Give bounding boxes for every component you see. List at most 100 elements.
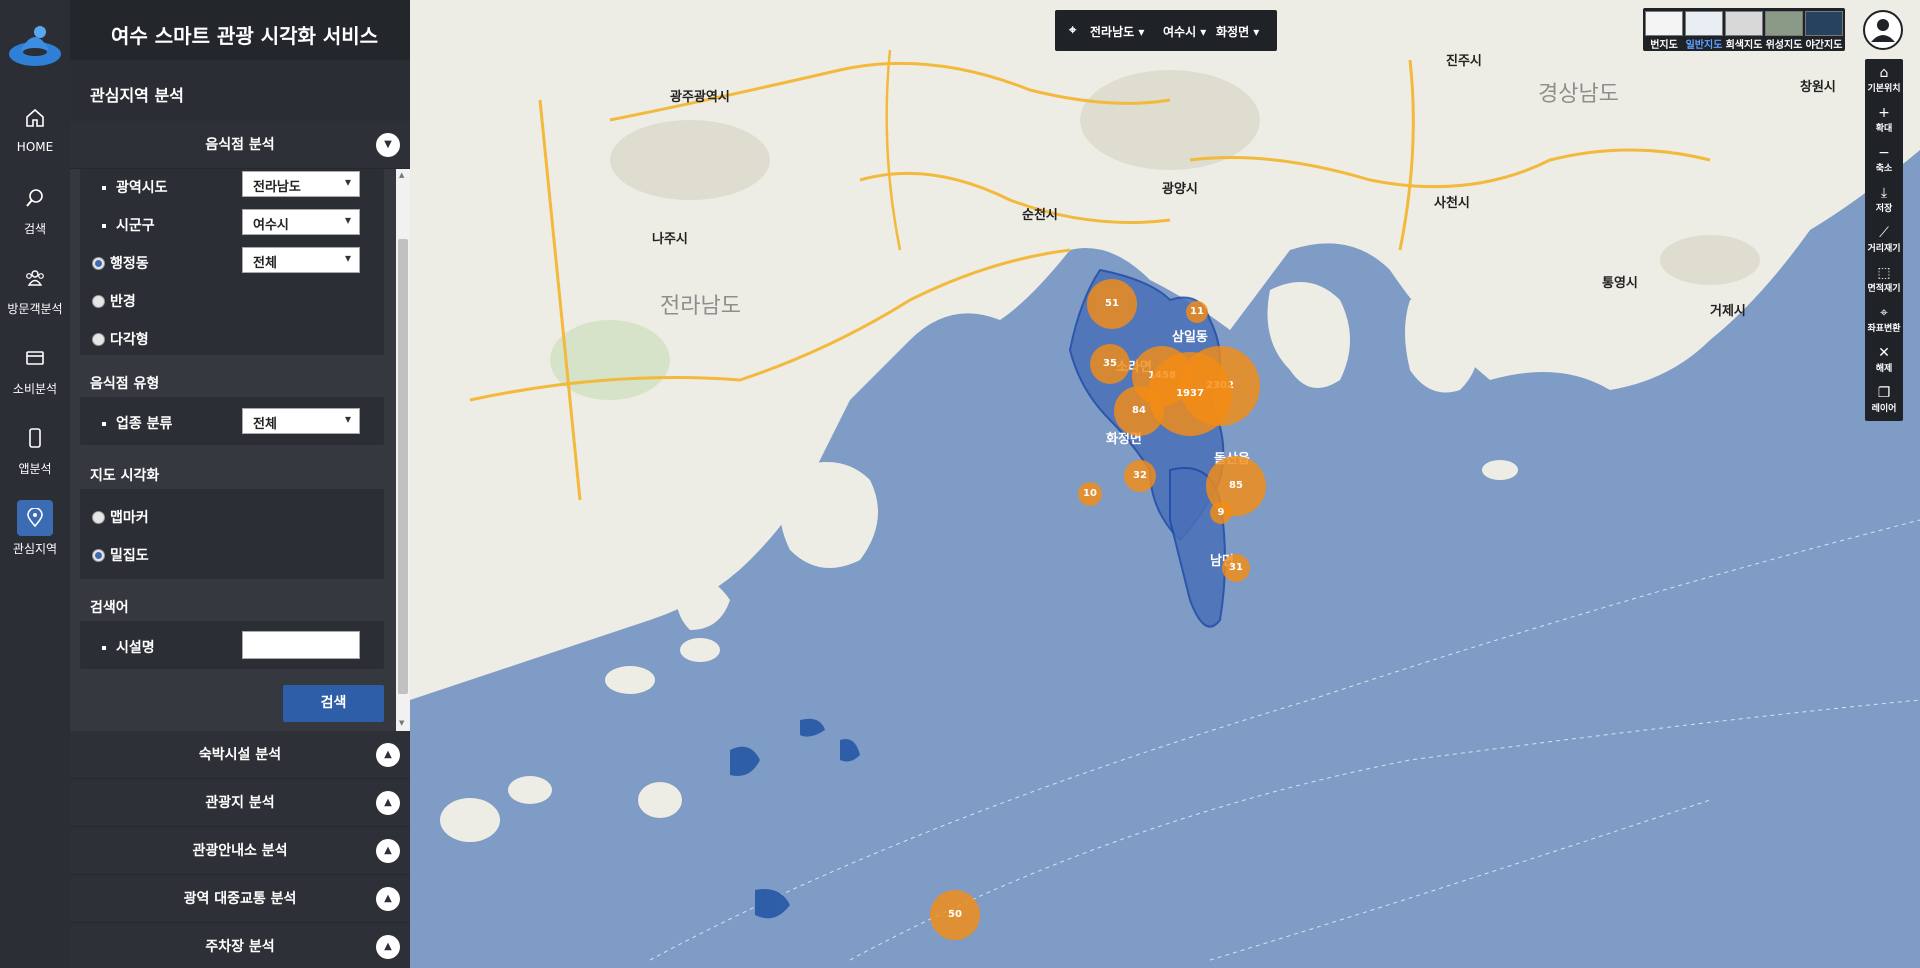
nav-consumption[interactable]: 소비분석 bbox=[0, 340, 70, 410]
layer-option-parcel[interactable]: 번지도 bbox=[1645, 11, 1683, 51]
density-radio[interactable] bbox=[92, 549, 105, 562]
parking-analysis-header[interactable]: 주차장 분석 ▲ bbox=[70, 923, 410, 968]
tool-home[interactable]: ⌂ 기본위치 bbox=[1865, 61, 1903, 101]
facility-name-input[interactable] bbox=[242, 631, 360, 659]
nav-visitors[interactable]: 방문객분석 bbox=[0, 260, 70, 330]
radius-label: 반경 bbox=[110, 294, 136, 310]
scroll-up-icon[interactable]: ▲ bbox=[399, 171, 404, 179]
province-select[interactable]: 전라남도 bbox=[242, 171, 360, 197]
density-cluster[interactable]: 51 bbox=[1087, 279, 1137, 329]
nav-search[interactable]: 검색 bbox=[0, 180, 70, 250]
scrollbar-thumb[interactable] bbox=[398, 239, 408, 694]
label-naju: 나주시 bbox=[652, 232, 688, 247]
dong-label: 행정동 bbox=[110, 256, 149, 272]
chevron-up-icon[interactable]: ▲ bbox=[376, 887, 400, 911]
logo-icon[interactable] bbox=[7, 14, 63, 70]
density-radio-row[interactable]: 밀집도 bbox=[92, 545, 149, 565]
radius-radio[interactable] bbox=[92, 295, 105, 308]
density-cluster[interactable]: 11 bbox=[1186, 301, 1208, 323]
tool-label: 축소 bbox=[1875, 164, 1893, 174]
marker-label: 맵마커 bbox=[110, 510, 149, 526]
panel-scrollbar[interactable]: ▲ ▼ bbox=[396, 169, 410, 731]
label-samil: 삼일동 bbox=[1172, 330, 1208, 345]
layer-option-label: 야간지도 bbox=[1805, 40, 1843, 51]
polygon-radio[interactable] bbox=[92, 333, 105, 346]
layer-option-gray[interactable]: 회색지도 bbox=[1725, 11, 1763, 51]
restaurant-type-title: 음식점 유형 bbox=[90, 376, 160, 392]
nav-visitors-label: 방문객분석 bbox=[7, 302, 63, 316]
layers-icon: ❐ bbox=[1877, 385, 1891, 401]
tool-measure-area[interactable]: ⬚ 면적재기 bbox=[1865, 261, 1903, 301]
province-row: 광역시도 bbox=[102, 177, 168, 197]
chevron-up-icon[interactable]: ▲ bbox=[376, 743, 400, 767]
analysis-panel: 여수 스마트 관광 시각화 서비스 관심지역 분석 ‹ 음식점 분석 ▼ 광역시… bbox=[70, 0, 444, 968]
radius-radio-row[interactable]: 반경 bbox=[92, 291, 136, 311]
tourism-analysis-label: 관광지 분석 bbox=[205, 795, 275, 811]
nav-home-label: HOME bbox=[16, 140, 54, 154]
tool-label: 기본위치 bbox=[1867, 84, 1901, 94]
density-cluster[interactable]: 9 bbox=[1210, 502, 1232, 524]
chevron-up-icon[interactable]: ▲ bbox=[376, 839, 400, 863]
minus-icon: − bbox=[1878, 145, 1890, 161]
density-cluster[interactable]: 84 bbox=[1114, 386, 1164, 436]
nav-interest[interactable]: 관심지역 bbox=[0, 500, 70, 570]
polygon-radio-row[interactable]: 다각형 bbox=[92, 329, 149, 349]
density-label: 밀집도 bbox=[110, 548, 149, 564]
category-select[interactable]: 전체 bbox=[242, 408, 360, 434]
nav-app[interactable]: 앱분석 bbox=[0, 420, 70, 490]
user-avatar[interactable] bbox=[1863, 10, 1903, 50]
vis-option-box: 맵마커 밀집도 bbox=[80, 489, 384, 579]
polygon-label: 다각형 bbox=[110, 332, 149, 348]
layer-option-general[interactable]: 일반지도 bbox=[1685, 11, 1723, 51]
tourism-analysis-header[interactable]: 관광지 분석 ▲ bbox=[70, 779, 410, 827]
search-button[interactable]: 검색 bbox=[283, 685, 384, 722]
tool-zoom-in[interactable]: + 확대 bbox=[1865, 101, 1903, 141]
density-cluster[interactable]: 10 bbox=[1078, 482, 1102, 506]
map-basemap bbox=[410, 0, 1920, 968]
density-cluster[interactable]: 35 bbox=[1090, 344, 1130, 384]
nav-home[interactable]: HOME bbox=[0, 100, 70, 170]
tool-measure-distance[interactable]: ⟋ 거리재기 bbox=[1865, 221, 1903, 261]
chevron-down-icon[interactable]: ▼ bbox=[376, 133, 400, 157]
app-root: HOME 검색 방문객분석 소비분석 앱분석 관심지역 여수 스마트 관광 시각… bbox=[0, 0, 1920, 968]
label-gwangju: 광주광역시 bbox=[670, 90, 730, 105]
density-cluster[interactable]: 31 bbox=[1222, 554, 1250, 582]
tool-clear[interactable]: ✕ 해제 bbox=[1865, 341, 1903, 381]
restaurant-analysis-header[interactable]: 음식점 분석 ▼ bbox=[70, 121, 410, 169]
nav-rail: HOME 검색 방문객분석 소비분석 앱분석 관심지역 bbox=[0, 0, 70, 968]
chevron-up-icon[interactable]: ▲ bbox=[376, 791, 400, 815]
layer-option-satellite[interactable]: 위성지도 bbox=[1765, 11, 1803, 51]
map-canvas[interactable]: 광주광역시 전라남도 경상남도 순천시 광양시 나주시 진주시 사천시 통영시 … bbox=[410, 0, 1920, 968]
scroll-down-icon[interactable]: ▼ bbox=[399, 719, 404, 727]
dong-radio[interactable] bbox=[92, 257, 105, 270]
province-dropdown[interactable]: 전라남도 ▾ bbox=[1090, 23, 1144, 40]
label-gyeongnam: 경상남도 bbox=[1538, 82, 1619, 107]
tool-label: 해제 bbox=[1875, 364, 1893, 374]
tool-layers[interactable]: ❐ 레이어 bbox=[1865, 381, 1903, 421]
dong-select[interactable]: 전체 bbox=[242, 247, 360, 273]
layer-option-night[interactable]: 야간지도 bbox=[1805, 11, 1843, 51]
transit-analysis-header[interactable]: 광역 대중교통 분석 ▲ bbox=[70, 875, 410, 923]
density-cluster[interactable]: 32 bbox=[1124, 460, 1156, 492]
marker-radio[interactable] bbox=[92, 511, 105, 524]
tool-zoom-out[interactable]: − 축소 bbox=[1865, 141, 1903, 181]
lodging-analysis-header[interactable]: 숙박시설 분석 ▲ bbox=[70, 731, 410, 779]
marker-radio-row[interactable]: 맵마커 bbox=[92, 507, 149, 527]
city-dropdown[interactable]: 여수시 ▾ bbox=[1163, 23, 1206, 40]
plus-icon: + bbox=[1878, 105, 1890, 121]
city-row: 시군구 bbox=[102, 215, 155, 235]
info-center-analysis-header[interactable]: 관광안내소 분석 ▲ bbox=[70, 827, 410, 875]
type-filter-box: 업종 분류 전체 bbox=[80, 397, 384, 445]
dong-radio-row[interactable]: 행정동 bbox=[92, 253, 149, 273]
user-icon bbox=[1871, 19, 1895, 42]
city-select[interactable]: 여수시 bbox=[242, 209, 360, 235]
nav-search-label: 검색 bbox=[23, 222, 47, 236]
chevron-up-icon[interactable]: ▲ bbox=[376, 935, 400, 959]
layer-option-label: 회색지도 bbox=[1725, 40, 1763, 51]
density-cluster[interactable]: 50 bbox=[930, 890, 980, 940]
dong-dropdown[interactable]: 화정면 ▾ bbox=[1216, 23, 1259, 40]
tool-coordinate[interactable]: ⌖ 좌표변환 bbox=[1865, 301, 1903, 341]
tool-save[interactable]: ⤓ 저장 bbox=[1865, 181, 1903, 221]
basemap-switcher: 번지도 일반지도 회색지도 위성지도 야간지도 bbox=[1643, 8, 1845, 51]
nav-consumption-label: 소비분석 bbox=[12, 382, 58, 396]
